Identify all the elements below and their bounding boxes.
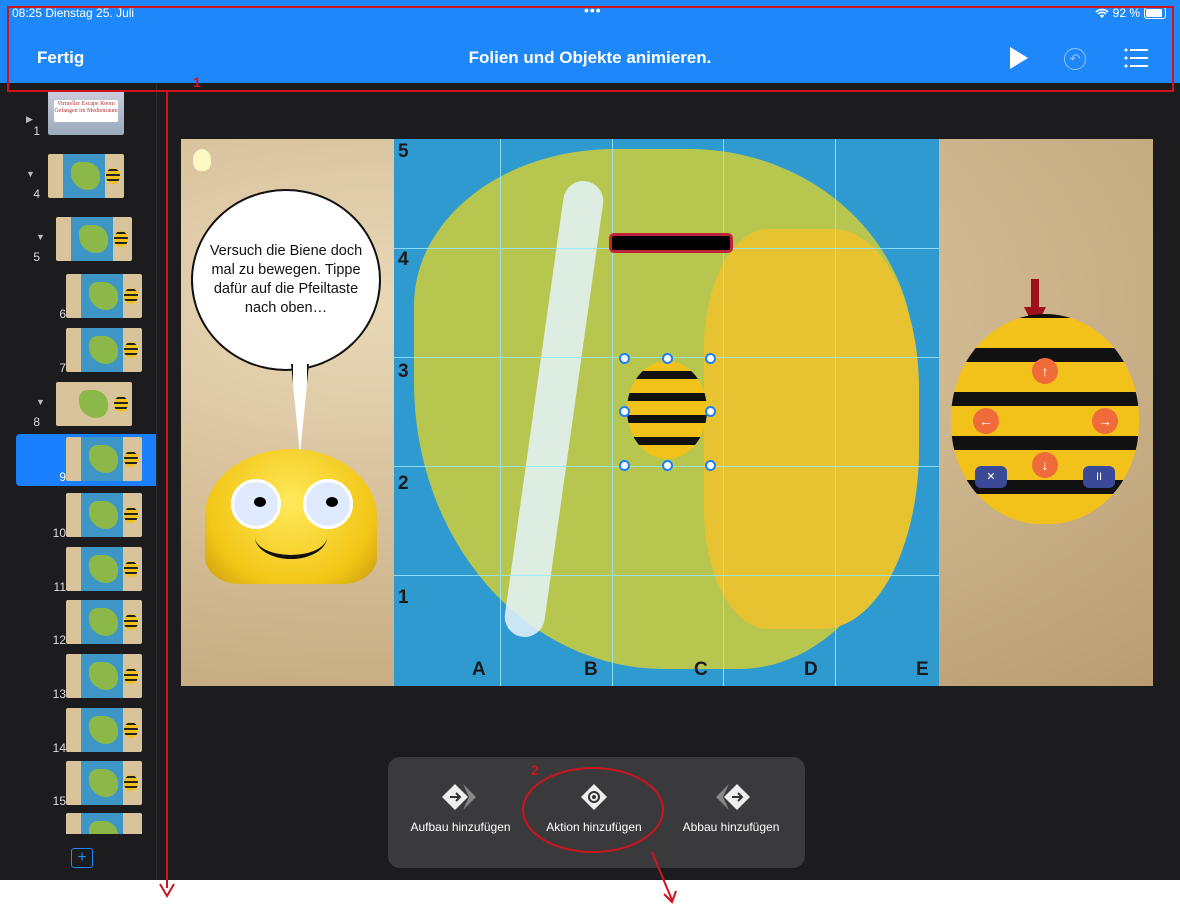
- slide-number: 12: [52, 633, 66, 647]
- slide-image: Virtueller Escape Room Gefangen im Medien…: [48, 91, 124, 135]
- selection-handle[interactable]: [662, 460, 673, 471]
- clear-icon: ✕: [975, 466, 1007, 488]
- slide-thumbnail[interactable]: ▼ 4: [16, 151, 156, 203]
- slide-image: [56, 382, 132, 426]
- speech-bubble[interactable]: Versuch die Biene doch mal zu bewegen. T…: [191, 189, 381, 371]
- slide-number: 5: [33, 250, 40, 264]
- row-label: 2: [398, 473, 409, 494]
- slide-image: [48, 154, 124, 198]
- slide-thumbnail[interactable]: 13: [16, 651, 156, 703]
- column-label: C: [694, 659, 708, 680]
- slide-image: [66, 600, 142, 644]
- keynote-app: 08:25 Dienstag 25. Juli ••• 92 % Fertig …: [0, 0, 1180, 880]
- slide-image: [66, 654, 142, 698]
- selection-handle[interactable]: [662, 353, 673, 364]
- slide-number: 1: [33, 124, 40, 138]
- slide-thumbnail[interactable]: ▼ 8: [16, 379, 156, 431]
- selection-handle[interactable]: [705, 406, 716, 417]
- selection-handle[interactable]: [619, 353, 630, 364]
- lightbulb-icon: [193, 149, 211, 171]
- pause-icon: II: [1083, 466, 1115, 488]
- slide-thumbnail-partial[interactable]: [16, 810, 156, 834]
- slide-image: [66, 761, 142, 805]
- build-out-icon: [716, 784, 750, 810]
- arrow-up-icon: ↑: [1032, 358, 1058, 384]
- annotation-arrow-icon: [159, 883, 175, 898]
- annotation-marker-2: 2: [531, 762, 539, 778]
- slide-thumbnail[interactable]: 12: [16, 597, 156, 649]
- add-build-in-button[interactable]: Aufbau hinzufügen: [398, 757, 523, 868]
- slide-number: 9: [59, 470, 66, 484]
- arrow-down-icon: ↓: [1032, 452, 1058, 478]
- slide-thumbnail[interactable]: 14: [16, 705, 156, 757]
- column-label: D: [804, 659, 818, 680]
- slide-image: [66, 274, 142, 318]
- slide-number: 14: [52, 741, 66, 755]
- disclosure-down-icon[interactable]: ▼: [36, 232, 45, 242]
- disclosure-down-icon[interactable]: ▼: [26, 169, 35, 179]
- row-label: 4: [398, 249, 409, 270]
- slide-number: 4: [33, 187, 40, 201]
- slide-thumbnail[interactable]: 6: [16, 271, 156, 323]
- slide-image: [66, 437, 142, 481]
- build-in-icon: [441, 784, 476, 810]
- speech-bubble-text: Versuch die Biene doch mal zu bewegen. T…: [209, 243, 363, 316]
- slide-number: 10: [52, 526, 66, 540]
- disclosure-down-icon[interactable]: ▼: [36, 397, 45, 407]
- slide-navigator[interactable]: ▶ 1 Virtueller Escape Room Gefangen im Me…: [0, 83, 157, 880]
- selection-handle[interactable]: [705, 353, 716, 364]
- selection-handle[interactable]: [705, 460, 716, 471]
- slide-image: [66, 547, 142, 591]
- annotation-marker-1: 1: [193, 74, 201, 90]
- slide-image: [66, 813, 142, 834]
- column-label: A: [472, 659, 486, 680]
- slide-number: 13: [52, 687, 66, 701]
- add-build-out-label: Abbau hinzufügen: [682, 820, 780, 834]
- arrow-left-icon: ←: [973, 408, 999, 434]
- slide-thumbnail[interactable]: 11: [16, 544, 156, 596]
- slide-subtitle: Gefangen im Medienraum: [54, 108, 118, 114]
- highlighted-bar-shape[interactable]: [609, 233, 733, 253]
- slide-thumbnail[interactable]: 15: [16, 758, 156, 810]
- slide-canvas[interactable]: Versuch die Biene doch mal zu bewegen. T…: [181, 139, 1153, 686]
- slide-image: [66, 708, 142, 752]
- slide-number: 11: [53, 580, 66, 594]
- slide-thumbnail[interactable]: ▼ 5: [16, 214, 156, 266]
- slide-image: [66, 328, 142, 372]
- bee-bot-top-image-large[interactable]: ↑ ← → ↓ ✕ II: [951, 314, 1139, 524]
- annotation-ellipse: [522, 767, 664, 853]
- bee-bot-front-image[interactable]: [205, 449, 377, 584]
- column-label: E: [916, 659, 929, 680]
- slide-thumbnail[interactable]: 7: [16, 325, 156, 377]
- slide-number: 7: [59, 361, 66, 375]
- slide-number: 8: [33, 415, 40, 429]
- bee-bot-top-image-selected[interactable]: [627, 361, 707, 459]
- slide-image: [66, 493, 142, 537]
- slide-thumbnail[interactable]: ▶ 1 Virtueller Escape Room Gefangen im Me…: [16, 88, 156, 140]
- row-label: 3: [398, 361, 409, 382]
- annotation-header-box: [7, 6, 1174, 92]
- arrow-right-icon: →: [1092, 408, 1118, 434]
- slide-title: Virtueller Escape Room: [57, 101, 115, 107]
- smile-icon: [255, 515, 327, 559]
- column-label: B: [584, 659, 598, 680]
- annotation-line: [166, 92, 168, 888]
- add-build-in-label: Aufbau hinzufügen: [410, 820, 511, 834]
- selection-handle[interactable]: [619, 460, 630, 471]
- slide-image: [56, 217, 132, 261]
- slide-thumbnail-selected[interactable]: 9: [16, 434, 156, 486]
- slide-number: 15: [52, 794, 66, 808]
- slide-thumbnail[interactable]: 10: [16, 490, 156, 542]
- slide-number: 6: [59, 307, 66, 321]
- speech-bubble-tail: [291, 364, 309, 454]
- add-build-out-button[interactable]: Abbau hinzufügen: [666, 757, 796, 868]
- add-slide-button[interactable]: +: [71, 848, 93, 868]
- row-label: 1: [398, 587, 409, 608]
- selection-handle[interactable]: [619, 406, 630, 417]
- row-label: 5: [398, 141, 409, 162]
- annotation-arrow-icon: [651, 851, 677, 904]
